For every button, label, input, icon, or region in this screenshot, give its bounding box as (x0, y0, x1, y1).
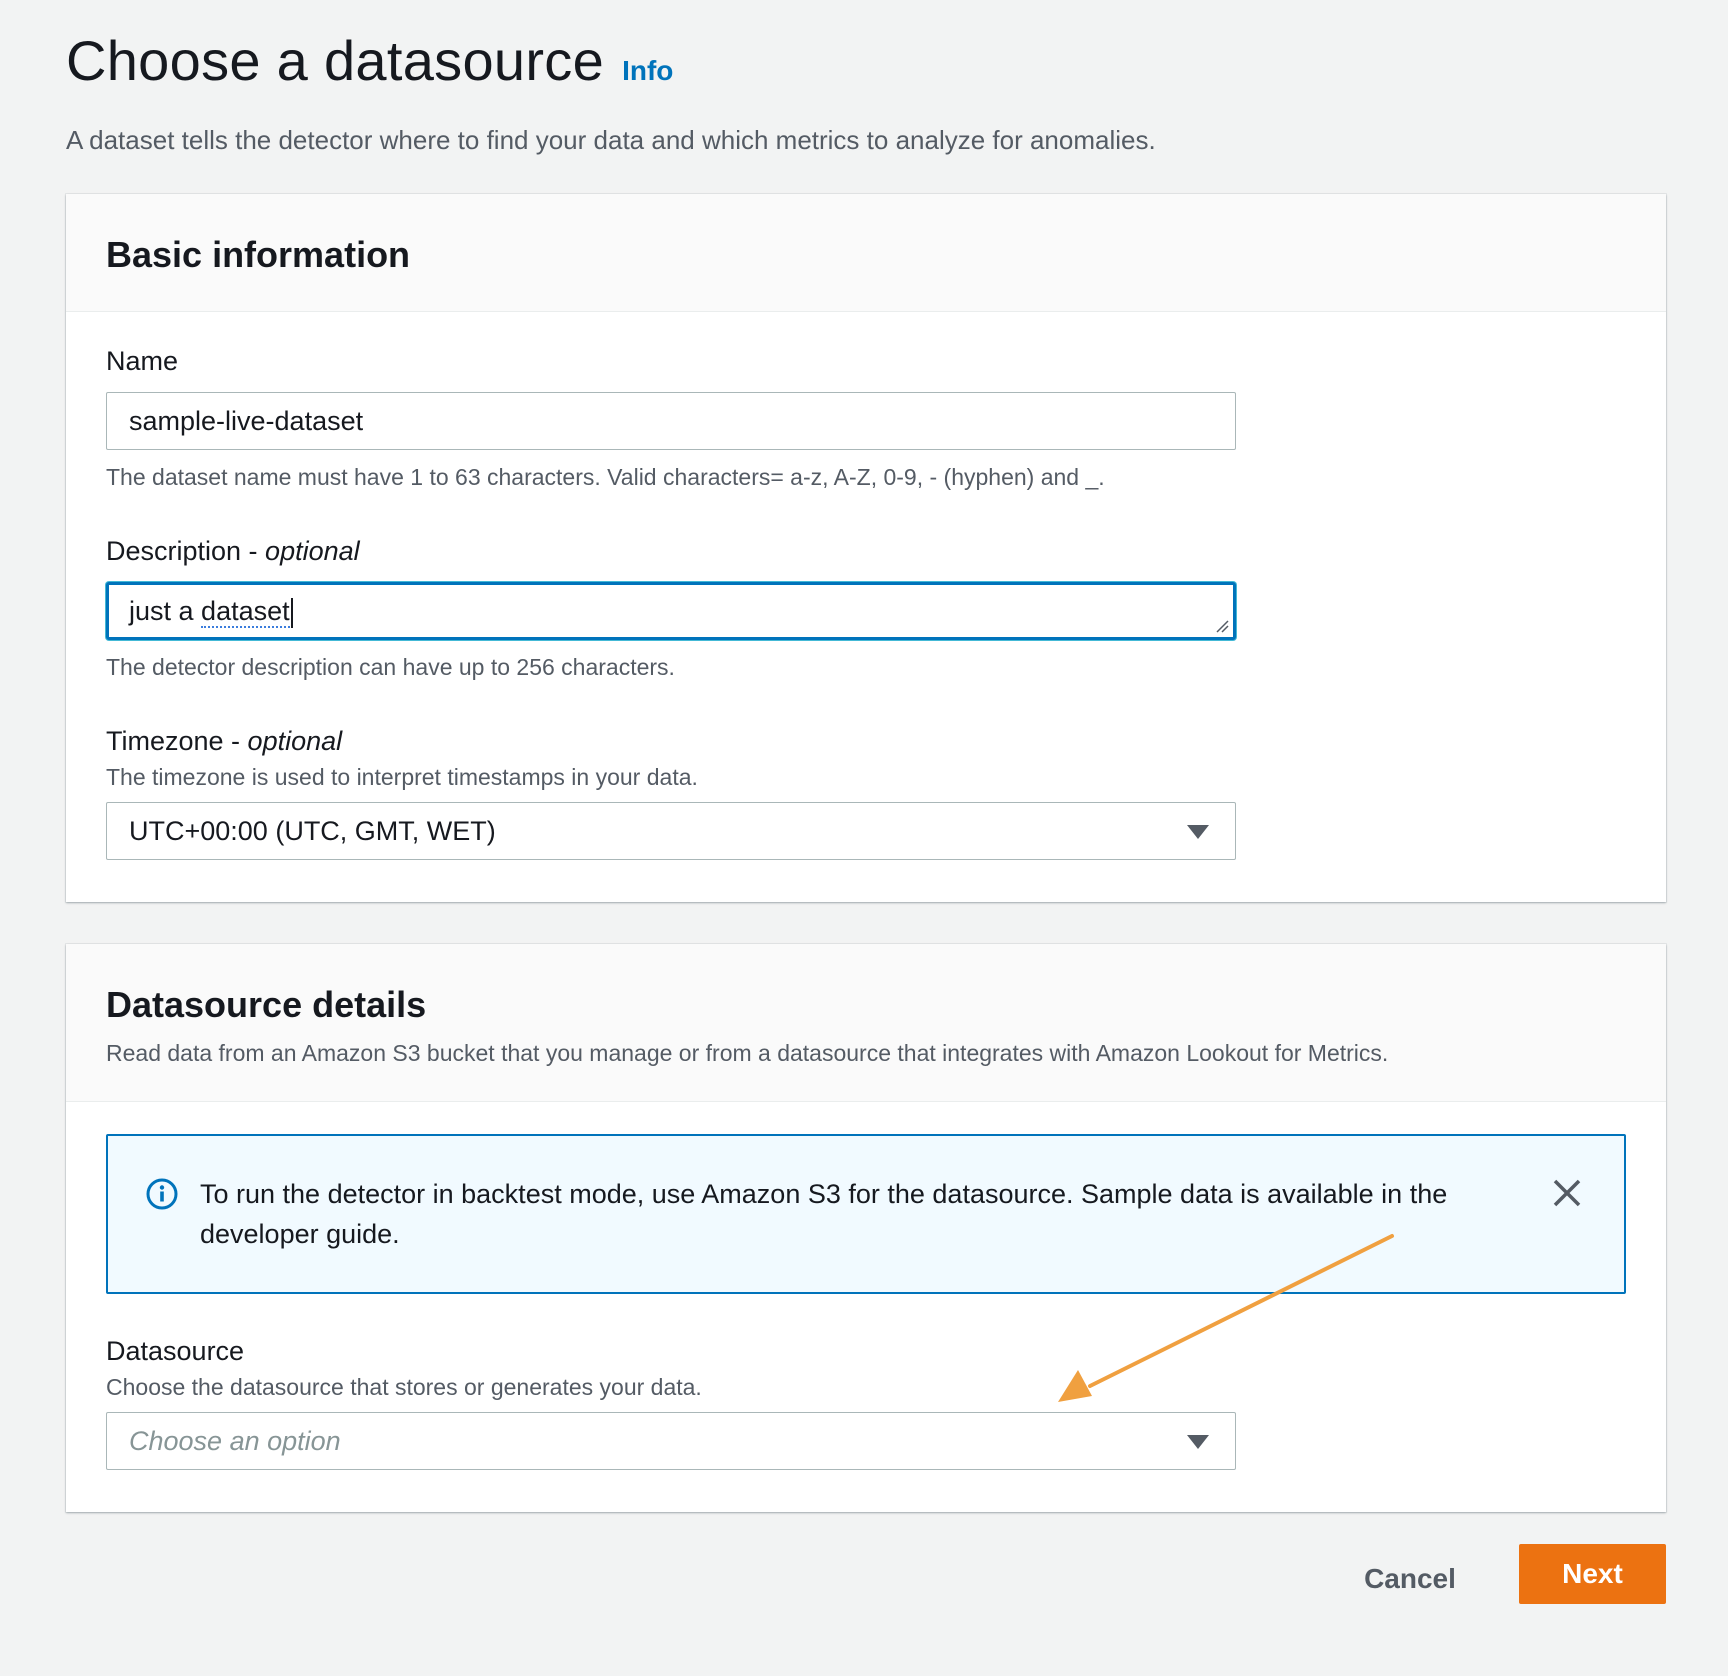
name-input-value: sample-live-dataset (129, 406, 364, 436)
name-input[interactable]: sample-live-dataset (106, 392, 1236, 450)
datasource-help: Choose the datasource that stores or gen… (106, 1374, 702, 1400)
datasource-select[interactable]: Choose an option (106, 1412, 1236, 1470)
timezone-help: The timezone is used to interpret timest… (106, 764, 698, 790)
info-icon (146, 1178, 178, 1210)
timezone-selected-value: UTC+00:00 (UTC, GMT, WET) (129, 816, 496, 846)
page-description: A dataset tells the detector where to fi… (66, 125, 1156, 155)
text-caret (290, 597, 293, 628)
datasource-details-panel: Datasource details Read data from an Ama… (66, 944, 1666, 1512)
page-header: Choose a datasource Info (66, 28, 673, 93)
name-label: Name (106, 346, 179, 376)
description-textarea[interactable]: just a dataset (106, 582, 1236, 640)
description-label: Description - optional (106, 536, 360, 567)
timezone-label-text: Timezone - (106, 726, 248, 756)
timezone-optional: optional (247, 726, 343, 756)
description-value-word: dataset (201, 596, 290, 628)
info-link[interactable]: Info (622, 55, 673, 87)
page: Choose a datasource Info A dataset tells… (0, 0, 1728, 1676)
close-icon[interactable] (1550, 1176, 1584, 1210)
info-alert: To run the detector in backtest mode, us… (106, 1134, 1626, 1294)
datasource-details-subtitle: Read data from an Amazon S3 bucket that … (106, 1040, 1389, 1066)
name-constraint: The dataset name must have 1 to 63 chara… (106, 464, 1105, 490)
description-constraint: The detector description can have up to … (106, 654, 675, 680)
datasource-label: Datasource (106, 1336, 245, 1366)
basic-information-header: Basic information (66, 194, 1666, 312)
caret-down-icon (1187, 825, 1209, 839)
alert-text: To run the detector in backtest mode, us… (200, 1179, 1448, 1249)
page-title: Choose a datasource (66, 29, 605, 92)
next-button[interactable]: Next (1519, 1544, 1666, 1604)
datasource-details-title: Datasource details (106, 984, 427, 1025)
resize-grip-icon[interactable] (1215, 619, 1229, 633)
timezone-select[interactable]: UTC+00:00 (UTC, GMT, WET) (106, 802, 1236, 860)
timezone-label: Timezone - optional (106, 726, 342, 757)
basic-information-panel: Basic information Name sample-live-datas… (66, 194, 1666, 902)
datasource-placeholder: Choose an option (129, 1426, 341, 1456)
datasource-details-header: Datasource details Read data from an Ama… (66, 944, 1666, 1102)
basic-information-title: Basic information (106, 234, 411, 275)
description-label-text: Description - (106, 536, 266, 566)
description-optional: optional (265, 536, 360, 566)
cancel-button[interactable]: Cancel (1340, 1554, 1480, 1604)
description-value-prefix: just a (129, 596, 202, 626)
caret-down-icon (1187, 1435, 1209, 1449)
